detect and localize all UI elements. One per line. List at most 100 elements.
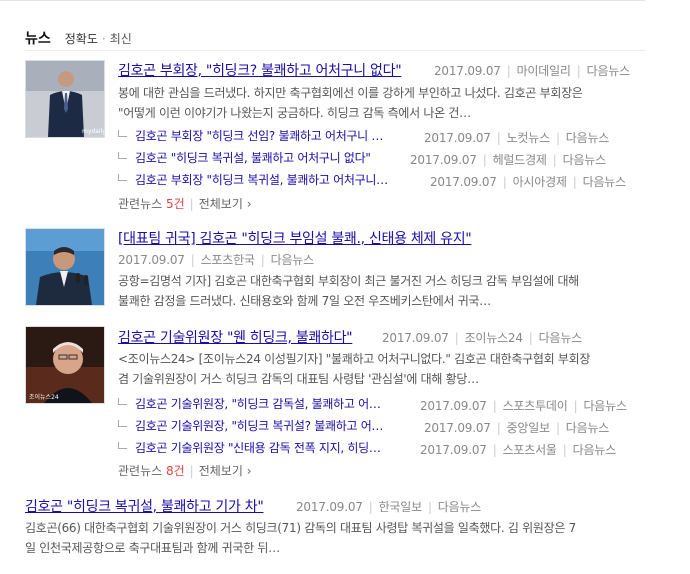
thumb3-caption: 조이뉴스24 [29, 393, 59, 401]
related-news-item[interactable]: 김호곤 기술위원장, "히딩크 감독설, 불쾌하고 어… [118, 395, 381, 412]
sort-accuracy-link[interactable]: 정확도 [65, 32, 98, 46]
news-thumbnail-1[interactable]: mydaily [25, 60, 105, 138]
news-desc-line: 일 인천국제공항으로 축구대표팀과 함께 귀국한 뒤… [25, 541, 280, 555]
news-meta-1: 2017.09.07 | 마이데일리 | 다음뉴스 [434, 64, 631, 78]
news-photo-3-image: 조이뉴스24 [26, 327, 104, 403]
news-desc-2: 공항=김명석 기자] 김호곤 대한축구협회 부회장이 최근 불거진 거스 히딩크… [118, 271, 638, 311]
view-all-link[interactable]: 전체보기 [199, 197, 243, 211]
news-title-4-text: 김호곤 "히딩크 복귀설, 불쾌하고 기가 차" [25, 499, 264, 515]
news-title-1[interactable]: 김호곤 부회장, "히딩크? 불쾌하고 어처구니 없다" [118, 60, 402, 80]
news-date: 2017.09.07 [420, 443, 487, 457]
related-more-link[interactable]: 관련뉴스 8건 | 전체보기 › [118, 462, 252, 479]
sort-latest-link[interactable]: 최신 [110, 32, 132, 46]
news-title-3[interactable]: 김호곤 기술위원장 "웬 히딩크, 불쾌하다" [118, 327, 353, 347]
news-source[interactable]: 아시아경제 [513, 175, 567, 189]
news-section-header: 뉴스 정확도 · 최신 [25, 28, 132, 48]
daum-news-link[interactable]: 다음뉴스 [563, 153, 607, 167]
related-title[interactable]: 김호곤 부회장 "히딩크 복귀설, 불쾌하고 어처구니… [135, 173, 388, 187]
daum-news-link[interactable]: 다음뉴스 [583, 399, 627, 413]
daum-news-link[interactable]: 다음뉴스 [587, 64, 631, 78]
related-news-item[interactable]: 김호곤 기술위원장, "히딩크 복귀설? 불쾌하고 어… [118, 417, 383, 434]
elbow-icon [118, 398, 127, 405]
daum-news-link[interactable]: 다음뉴스 [583, 175, 627, 189]
section-title: 뉴스 [25, 31, 51, 47]
related-title[interactable]: 김호곤 기술위원장 "신태용 감독 전폭 지지, 히딩… [135, 441, 381, 455]
elbow-icon [118, 130, 127, 137]
news-source[interactable]: 노컷뉴스 [507, 131, 551, 145]
news-meta-4: 2017.09.07 | 한국일보 | 다음뉴스 [296, 500, 482, 514]
related-title[interactable]: 김호곤 기술위원장, "히딩크 복귀설? 불쾌하고 어… [135, 419, 383, 433]
related-title[interactable]: 김호곤 부회장 "히딩크 선임? 불쾌하고 어처구니 … [135, 129, 383, 143]
news-source[interactable]: 헤럴드경제 [493, 153, 547, 167]
news-date: 2017.09.07 [434, 64, 501, 78]
chevron-right-icon: › [246, 464, 252, 478]
daum-news-link[interactable]: 다음뉴스 [438, 500, 482, 514]
news-source[interactable]: 중앙일보 [507, 421, 551, 435]
daum-news-link[interactable]: 다음뉴스 [566, 421, 610, 435]
related-meta: 2017.09.07 | 중앙일보 | 다음뉴스 [424, 421, 610, 435]
news-desc-line: 공항=김명석 기자] 김호곤 대한축구협회 부회장이 최근 불거진 거스 히딩크… [118, 274, 579, 288]
related-meta: 2017.09.07 | 아시아경제 | 다음뉴스 [430, 175, 627, 189]
news-source[interactable]: 스포츠한국 [201, 253, 255, 267]
news-desc-line: "어떻게 이런 이야기가 나왔는지 궁금하다. 히딩크 감독 측에서 나온 건… [118, 106, 471, 120]
news-source[interactable]: 스포츠서울 [503, 443, 557, 457]
news-desc-line: 불쾌한 감정을 드러냈다. 신태용호와 함께 7일 오전 우즈베키스탄에서 귀국… [118, 294, 491, 308]
news-source[interactable]: 마이데일리 [517, 64, 571, 78]
news-photo-2-image [26, 229, 104, 305]
news-date: 2017.09.07 [410, 153, 477, 167]
view-all-link[interactable]: 전체보기 [199, 464, 243, 478]
elbow-icon [118, 174, 127, 181]
related-news-item[interactable]: 김호곤 "히딩크 복귀설, 불쾌하고 어처구니 없다" [118, 149, 371, 166]
news-date: 2017.09.07 [118, 253, 185, 267]
news-thumbnail-2[interactable] [25, 228, 105, 306]
header-divider [25, 50, 645, 51]
news-date: 2017.09.07 [420, 399, 487, 413]
news-meta-2: 2017.09.07 | 스포츠한국 | 다음뉴스 [118, 253, 315, 267]
news-title-2[interactable]: [대표팀 귀국] 김호곤 "히딩크 부임설 불쾌., 신태용 체제 유지" [118, 228, 472, 248]
news-photo-1-image: mydaily [26, 61, 104, 137]
news-thumbnail-3[interactable]: 조이뉴스24 [25, 326, 105, 404]
news-date: 2017.09.07 [382, 331, 449, 345]
news-source[interactable]: 스포츠투데이 [503, 399, 568, 413]
news-desc-line: 겸 기술위원장이 거스 히딩크 감독의 대표팀 사령탑 '관심설'에 대해 황당… [118, 372, 479, 386]
sort-separator: · [101, 32, 106, 46]
related-title[interactable]: 김호곤 "히딩크 복귀설, 불쾌하고 어처구니 없다" [135, 151, 371, 165]
elbow-icon [118, 152, 127, 159]
related-more-link[interactable]: 관련뉴스 5건 | 전체보기 › [118, 195, 252, 212]
thumb1-caption: mydaily [82, 128, 104, 135]
news-title-4[interactable]: 김호곤 "히딩크 복귀설, 불쾌하고 기가 차" [25, 496, 264, 516]
related-count: 8건 [165, 464, 185, 478]
related-news-item[interactable]: 김호곤 부회장 "히딩크 선임? 불쾌하고 어처구니 … [118, 127, 383, 144]
news-source[interactable]: 한국일보 [379, 500, 423, 514]
news-title-3-text: 김호곤 기술위원장 "웬 히딩크, 불쾌하다" [118, 330, 353, 346]
news-date: 2017.09.07 [296, 500, 363, 514]
daum-news-link[interactable]: 다음뉴스 [566, 131, 610, 145]
related-count-prefix: 관련뉴스 [118, 464, 166, 478]
top-divider [0, 0, 645, 1]
news-desc-3: <조이뉴스24> [조이뉴스24 이성필기자] "불쾌하고 어처구니없다." 김… [118, 349, 658, 389]
related-count: 5건 [165, 197, 185, 211]
news-title-1-text: 김호곤 부회장, "히딩크? 불쾌하고 어처구니 없다" [118, 63, 402, 79]
elbow-icon [118, 442, 127, 449]
elbow-icon [118, 420, 127, 427]
related-meta: 2017.09.07 | 스포츠투데이 | 다음뉴스 [420, 399, 627, 413]
news-date: 2017.09.07 [430, 175, 497, 189]
news-desc-line: 봉에 대한 관심을 드러냈다. 하지만 축구협회에선 이를 강하게 부인하고 나… [118, 86, 583, 100]
related-title[interactable]: 김호곤 기술위원장, "히딩크 감독설, 불쾌하고 어… [135, 397, 381, 411]
news-desc-4: 김호곤(66) 대한축구협회 기술위원장이 거스 히딩크(71) 감독의 대표팀… [25, 518, 665, 558]
daum-news-link[interactable]: 다음뉴스 [271, 253, 315, 267]
related-count-prefix: 관련뉴스 [118, 197, 166, 211]
chevron-right-icon: › [246, 197, 252, 211]
news-title-2-text: [대표팀 귀국] 김호곤 "히딩크 부임설 불쾌., 신태용 체제 유지" [118, 231, 472, 247]
news-desc-line: 김호곤(66) 대한축구협회 기술위원장이 거스 히딩크(71) 감독의 대표팀… [25, 521, 576, 535]
news-desc-line: <조이뉴스24> [조이뉴스24 이성필기자] "불쾌하고 어처구니없다." 김… [118, 352, 591, 366]
news-source[interactable]: 조이뉴스24 [465, 331, 523, 345]
news-desc-1: 봉에 대한 관심을 드러냈다. 하지만 축구협회에선 이를 강하게 부인하고 나… [118, 83, 638, 123]
related-meta: 2017.09.07 | 노컷뉴스 | 다음뉴스 [424, 131, 610, 145]
daum-news-link[interactable]: 다음뉴스 [573, 443, 617, 457]
related-meta: 2017.09.07 | 스포츠서울 | 다음뉴스 [420, 443, 617, 457]
news-date: 2017.09.07 [424, 421, 491, 435]
daum-news-link[interactable]: 다음뉴스 [539, 331, 583, 345]
related-news-item[interactable]: 김호곤 기술위원장 "신태용 감독 전폭 지지, 히딩… [118, 439, 381, 456]
related-news-item[interactable]: 김호곤 부회장 "히딩크 복귀설, 불쾌하고 어처구니… [118, 171, 388, 188]
